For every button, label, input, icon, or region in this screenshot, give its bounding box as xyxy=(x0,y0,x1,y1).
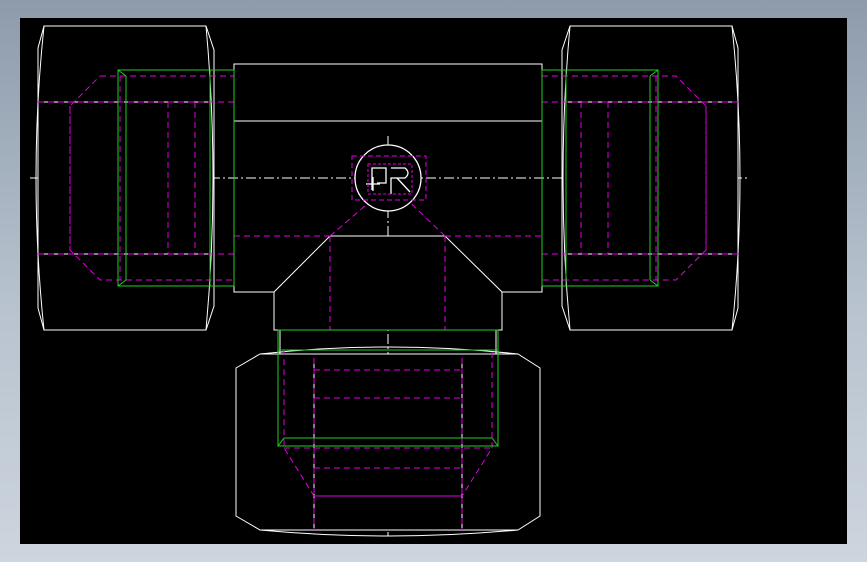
right-nut[interactable] xyxy=(541,25,741,331)
brand-logo-icon xyxy=(351,144,427,212)
bottom-nut-arc-bottom xyxy=(259,529,519,537)
drawing-canvas xyxy=(30,25,748,537)
left-nut[interactable] xyxy=(35,25,235,331)
bottom-nut[interactable] xyxy=(235,329,541,537)
cad-viewport[interactable] xyxy=(20,18,847,544)
branch-shoulder xyxy=(273,235,503,331)
